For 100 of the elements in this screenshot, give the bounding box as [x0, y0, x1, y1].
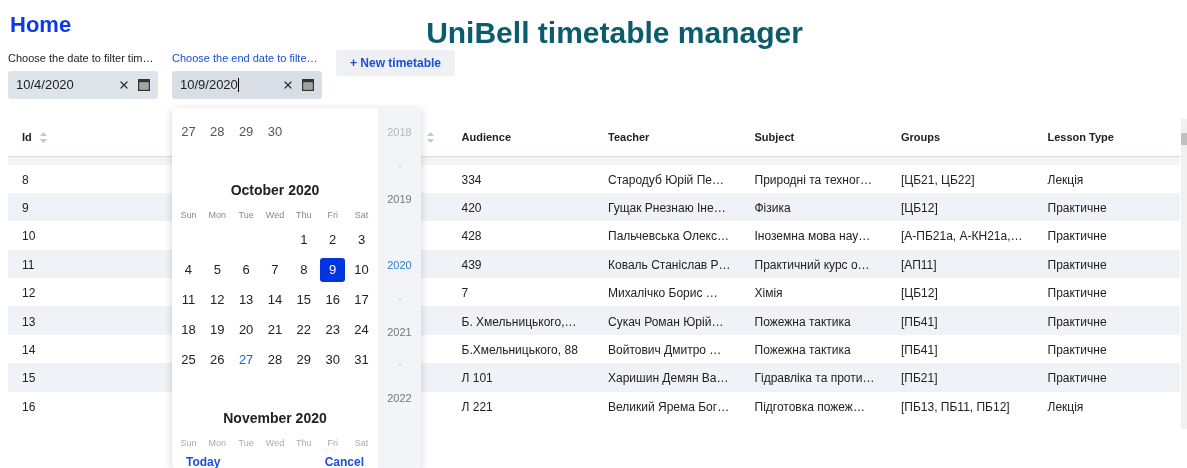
- day-cell[interactable]: 3: [349, 228, 375, 252]
- day-cell[interactable]: 2: [320, 228, 346, 252]
- weekday-label: Fri: [326, 437, 339, 450]
- column-header[interactable]: Audience: [461, 128, 511, 146]
- table-cell: Харишин Демян Ва…: [608, 371, 729, 386]
- page-title: UniBell timetable manager: [426, 15, 803, 51]
- year-item[interactable]: 2021: [387, 323, 412, 340]
- table-cell: Сукач Роман Юрій…: [608, 314, 724, 329]
- table-cell: Стародуб Юрій Пе…: [608, 172, 724, 187]
- day-cell[interactable]: 21: [262, 318, 288, 342]
- date-field[interactable]: 10/9/2020: [172, 70, 322, 99]
- month-title: October 2020: [229, 180, 321, 200]
- day-cell[interactable]: 29: [231, 122, 261, 142]
- day-cell[interactable]: 24: [349, 318, 375, 342]
- day-cell[interactable]: 15: [291, 288, 317, 312]
- table-cell: Лекція: [1047, 172, 1084, 187]
- day-cell[interactable]: 4: [175, 258, 201, 282]
- table-cell: 428: [461, 229, 482, 244]
- day-cell[interactable]: 5: [204, 258, 230, 282]
- day-cell[interactable]: 12: [204, 288, 230, 312]
- day-cell[interactable]: 28: [262, 348, 288, 372]
- table-cell: Хімія: [754, 286, 783, 301]
- month-title: November 2020: [222, 409, 328, 428]
- day-cell[interactable]: 16: [320, 288, 346, 312]
- table-cell: [ПБ41]: [901, 314, 938, 329]
- table-cell: Практичне: [1047, 229, 1107, 244]
- day-cell[interactable]: 19: [204, 318, 230, 342]
- weekday-label: Sat: [353, 437, 370, 450]
- table-cell: Практичний курс о…: [754, 257, 870, 272]
- home-link[interactable]: Home: [10, 8, 72, 41]
- table-cell: 9: [22, 201, 29, 216]
- day-cell[interactable]: 17: [349, 288, 375, 312]
- table-cell: 8: [22, 172, 29, 187]
- day-cell[interactable]: 27: [233, 348, 259, 372]
- day-cell[interactable]: 26: [204, 348, 230, 372]
- table-cell: 14: [22, 343, 36, 358]
- day-cell[interactable]: 10: [349, 258, 375, 282]
- day-cell[interactable]: 25: [175, 348, 201, 372]
- cancel-button[interactable]: Cancel: [324, 452, 364, 468]
- day-cell[interactable]: 30: [260, 122, 290, 142]
- weekday-label: Tue: [237, 437, 255, 450]
- table-cell: 13: [22, 314, 36, 329]
- column-header[interactable]: Id: [22, 128, 32, 146]
- table-cell: 15: [22, 371, 36, 386]
- day-cell[interactable]: 31: [349, 348, 375, 372]
- day-cell[interactable]: 9: [320, 258, 346, 282]
- day-cell[interactable]: 14: [262, 288, 288, 312]
- table-cell: Пожежна тактика: [754, 343, 851, 358]
- table-cell: Підготовка пожеж…: [754, 399, 865, 414]
- year-item[interactable]: 2020: [387, 257, 412, 274]
- day-cell[interactable]: 13: [233, 288, 259, 312]
- table-cell: 439: [461, 257, 482, 272]
- table-cell: Практичне: [1047, 343, 1107, 358]
- new-timetable-button[interactable]: + New timetable: [336, 50, 456, 76]
- table-cell: Практичне: [1047, 286, 1107, 301]
- column-header[interactable]: Groups: [901, 128, 941, 146]
- day-cell[interactable]: 20: [233, 318, 259, 342]
- table-cell: 334: [461, 172, 482, 187]
- table-cell: [ЦБ21, ЦБ22]: [901, 172, 975, 187]
- date-field[interactable]: 10/4/2020: [8, 70, 158, 99]
- scrollbar[interactable]: [1181, 118, 1187, 429]
- weekday-label: Fri: [326, 208, 339, 222]
- day-cell[interactable]: 18: [175, 318, 201, 342]
- day-cell[interactable]: 29: [291, 348, 317, 372]
- calendar-icon[interactable]: [302, 78, 314, 91]
- day-cell[interactable]: 27: [174, 122, 203, 142]
- day-cell[interactable]: 8: [291, 258, 317, 282]
- calendar-icon[interactable]: [138, 78, 150, 91]
- day-cell[interactable]: 11: [175, 288, 201, 312]
- table-cell: Б. Хмельницького,…: [461, 314, 577, 329]
- table-cell: [ЦБ12]: [901, 286, 938, 301]
- table-cell: 16: [22, 399, 36, 414]
- table-cell: Лекція: [1047, 399, 1084, 414]
- day-cell[interactable]: 23: [320, 318, 346, 342]
- weekday-label: Thu: [295, 208, 313, 222]
- day-cell[interactable]: 30: [320, 348, 346, 372]
- day-cell[interactable]: 6: [233, 258, 259, 282]
- year-item[interactable]: 2022: [387, 390, 412, 407]
- table-cell: Коваль Станіслав Р…: [608, 257, 731, 272]
- table-cell: Фізика: [754, 201, 791, 216]
- day-cell[interactable]: 22: [291, 318, 317, 342]
- day-cell[interactable]: 7: [262, 258, 288, 282]
- day-cell[interactable]: 28: [202, 122, 232, 142]
- column-header[interactable]: Teacher: [608, 128, 650, 146]
- table-cell: Практичне: [1047, 314, 1107, 329]
- table-cell: Б.Хмельницького, 88: [461, 343, 578, 358]
- table-cell: Л 101: [461, 371, 493, 386]
- table-cell: 10: [22, 229, 36, 244]
- weekday-label: Sun: [179, 208, 198, 222]
- today-button[interactable]: Today: [186, 452, 221, 468]
- table-cell: [АП11]: [901, 257, 937, 272]
- filter-label: Choose the date to filter tim…: [8, 51, 155, 66]
- weekday-label: Mon: [207, 437, 228, 450]
- table-cell: [ЦБ12]: [901, 201, 938, 216]
- column-header[interactable]: Lesson Type: [1047, 128, 1114, 146]
- column-header[interactable]: Subject: [754, 128, 795, 146]
- weekday-label: Sun: [179, 437, 198, 450]
- weekday-label: Sat: [353, 208, 370, 222]
- year-item[interactable]: 2019: [387, 190, 412, 207]
- day-cell[interactable]: 1: [291, 228, 317, 252]
